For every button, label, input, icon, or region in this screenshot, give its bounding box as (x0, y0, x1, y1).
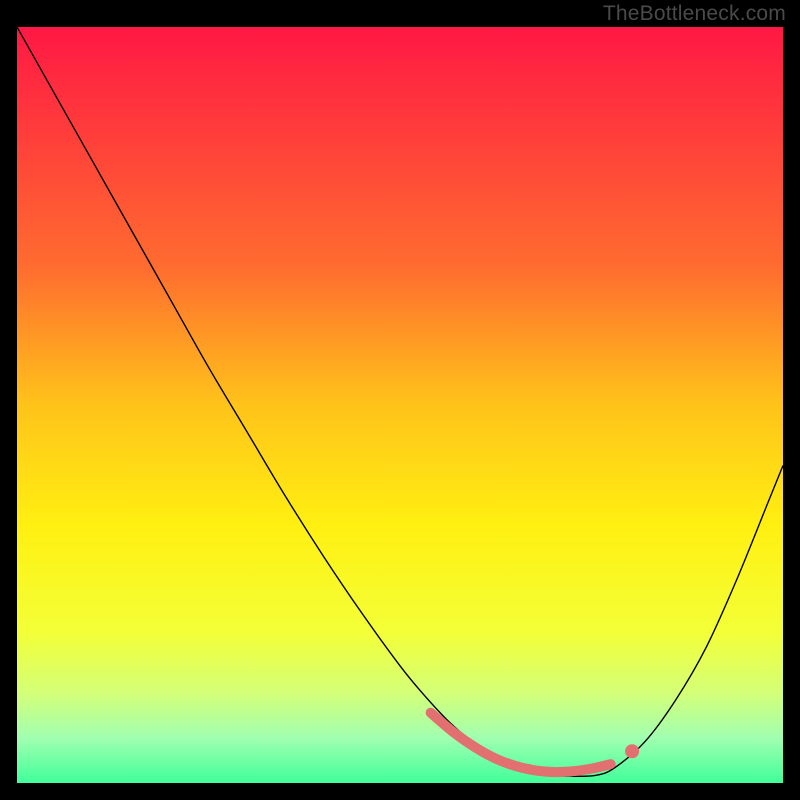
chart-plot-area (17, 27, 783, 783)
series-highlight-dot-point (625, 744, 639, 758)
watermark-text: TheBottleneck.com (603, 2, 786, 26)
chart-svg (17, 27, 783, 783)
chart-background (17, 27, 783, 783)
